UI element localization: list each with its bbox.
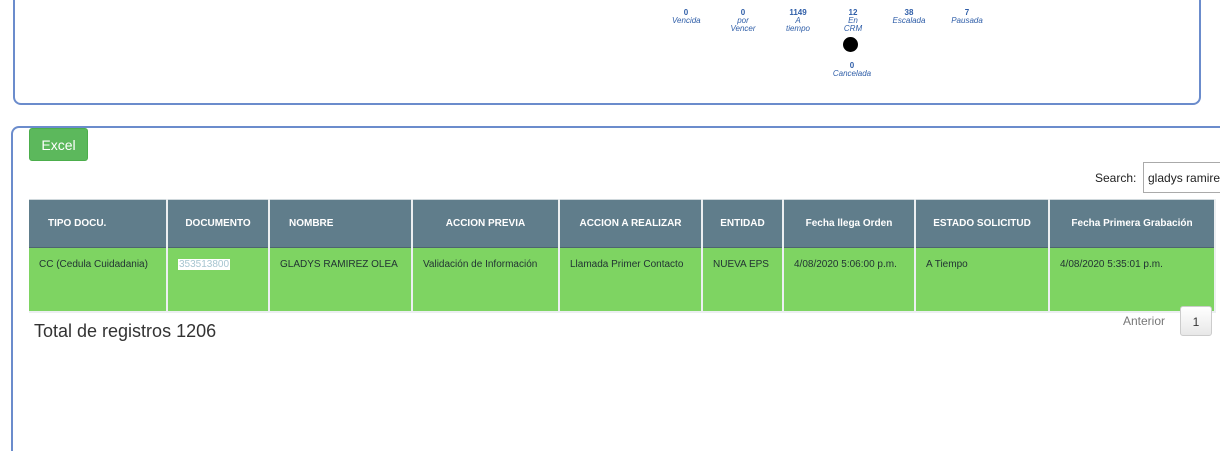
search-input[interactable] [1143, 162, 1220, 193]
cell-entidad: NUEVA EPS [702, 247, 784, 313]
summary-panel [13, 0, 1201, 105]
stat-cancelada-label: Cancelada [832, 69, 872, 78]
cancelada-dot-icon [843, 37, 858, 52]
cell-fecha-primera-grabacion: 4/08/2020 5:35:01 p.m. [1049, 247, 1216, 313]
stat-pausada: 7 Pausada [948, 9, 986, 25]
column-header-fecha-llega-orden[interactable]: Fecha llega Orden [783, 199, 916, 248]
pagination-page-1[interactable]: 1 [1180, 306, 1212, 336]
stat-escalada-label: Escalada [892, 16, 926, 25]
cell-documento: 353513800 [167, 247, 270, 313]
cell-nombre: GLADYS RAMIREZ OLEA [269, 247, 413, 313]
cell-fecha-llega-orden: 4/08/2020 5:06:00 p.m. [783, 247, 916, 313]
cell-tipo-docu: CC (Cedula Cuidadania) [29, 247, 168, 313]
column-header-accion-a-realizar[interactable]: ACCION A REALIZAR [559, 199, 703, 248]
table-header-row: TIPO DOCU. DOCUMENTO NOMBRE ACCION PREVI… [29, 199, 1216, 248]
stat-a-tiempo-label: A tiempo [785, 16, 810, 33]
page: 0 Vencida 0 por Vencer 1149 A tiempo 12 … [0, 0, 1220, 451]
column-header-fecha-primera-grabacion[interactable]: Fecha Primera Grabación [1049, 199, 1216, 248]
stat-pausada-label: Pausada [951, 16, 983, 25]
column-header-nombre[interactable]: NOMBRE [269, 199, 413, 248]
cell-accion-a-realizar: Llamada Primer Contacto [559, 247, 703, 313]
stat-vencida-label: Vencida [672, 16, 701, 25]
documento-value[interactable]: 353513800 [178, 259, 231, 270]
stat-escalada: 38 Escalada [889, 9, 929, 25]
column-header-entidad[interactable]: ENTIDAD [702, 199, 784, 248]
stat-por-vencer-label: por Vencer [730, 16, 756, 33]
stat-en-crm: 12 En CRM [840, 9, 866, 33]
stat-por-vencer: 0 por Vencer [728, 9, 758, 33]
stat-a-tiempo: 1149 A tiempo [785, 9, 811, 33]
column-header-documento[interactable]: DOCUMENTO [167, 199, 270, 248]
pagination-previous[interactable]: Anterior [1123, 314, 1165, 328]
column-header-tipo-docu[interactable]: TIPO DOCU. [29, 199, 168, 248]
total-records: Total de registros 1206 [34, 321, 217, 341]
results-table: TIPO DOCU. DOCUMENTO NOMBRE ACCION PREVI… [29, 199, 1216, 313]
stat-en-crm-label: En CRM [843, 16, 863, 33]
column-header-estado-solicitud[interactable]: ESTADO SOLICITUD [915, 199, 1050, 248]
excel-export-button[interactable]: Excel [29, 128, 88, 161]
search-label: Search: [1095, 171, 1137, 185]
column-header-accion-previa[interactable]: ACCION PREVIA [412, 199, 560, 248]
cell-accion-previa: Validación de Información [412, 247, 560, 313]
stat-cancelada: 0 Cancelada [832, 62, 872, 78]
stat-vencida: 0 Vencida [672, 9, 701, 25]
table-row[interactable]: CC (Cedula Cuidadania) 353513800 GLADYS … [29, 247, 1216, 313]
cell-estado-solicitud: A Tiempo [915, 247, 1050, 313]
